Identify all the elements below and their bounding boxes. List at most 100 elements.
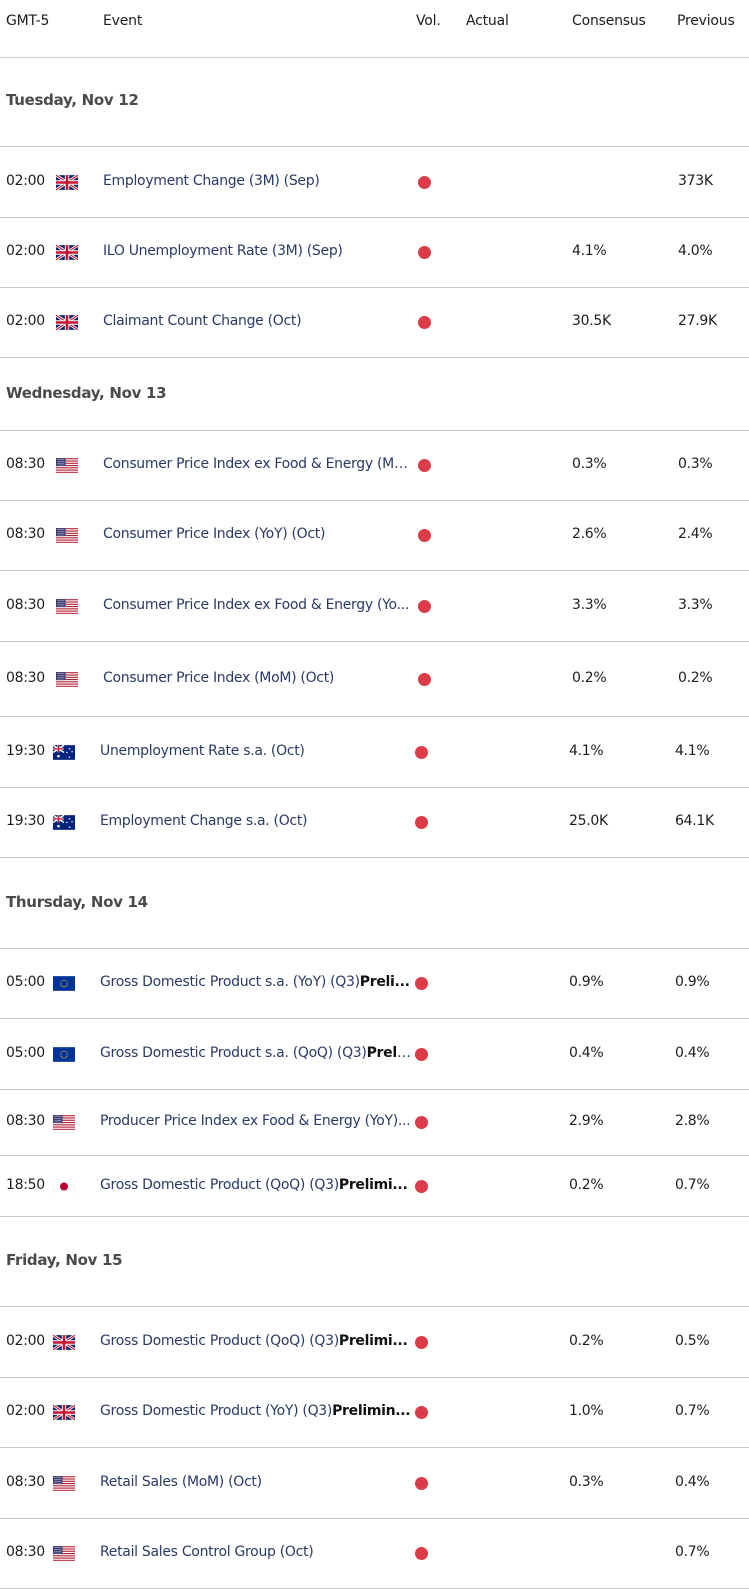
australia-flag-icon [53, 815, 75, 830]
event-time: 02:00 [6, 313, 45, 329]
event-time: 08:30 [6, 456, 45, 472]
event-row[interactable]: 08:30 Consumer Price Index ex Food & Ener… [0, 571, 749, 642]
event-row[interactable]: 19:30 Employment Change s.a. (Oct) 25.0K 64… [0, 788, 749, 858]
event-name[interactable]: Gross Domestic Product s.a. (YoY) (Q3)Pr… [100, 974, 411, 990]
event-name[interactable]: Employment Change s.a. (Oct) [100, 813, 411, 829]
event-row[interactable]: 02:00 Employment Change (3M) (Sep) 373K [0, 147, 749, 218]
volatility-high-icon [415, 1116, 428, 1129]
previous-value: 3.3% [678, 597, 713, 613]
event-title: Gross Domestic Product s.a. (YoY) (Q3) [100, 974, 360, 990]
timezone-header: GMT-5 [6, 13, 50, 29]
previous-value: 27.9K [678, 313, 717, 329]
previous-value: 64.1K [675, 813, 714, 829]
volatility-high-icon [418, 459, 431, 472]
event-row[interactable]: 08:30 Consumer Price Index (MoM) (Oct) 0.2… [0, 642, 749, 717]
event-row[interactable]: 08:30 Consumer Price Index (YoY) (Oct) 2.6… [0, 501, 749, 571]
event-name[interactable]: Gross Domestic Product (QoQ) (Q3)Prelimi… [100, 1333, 411, 1349]
event-title: Employment Change s.a. (Oct) [100, 813, 308, 829]
event-row[interactable]: 05:00 Gross Domestic Product s.a. (YoY) (… [0, 949, 749, 1019]
event-row[interactable]: 19:30 Unemployment Rate s.a. (Oct) 4.1% 4.1… [0, 717, 749, 788]
event-name[interactable]: Unemployment Rate s.a. (Oct) [100, 743, 411, 759]
event-name[interactable]: Consumer Price Index (YoY) (Oct) [103, 526, 414, 542]
consensus-value: 0.2% [569, 1333, 604, 1349]
event-row[interactable]: 05:00 Gross Domestic Product s.a. (QoQ) (… [0, 1019, 749, 1090]
consensus-value: 4.1% [572, 243, 607, 259]
day-label: Tuesday, Nov 12 [6, 91, 139, 109]
volatility-high-icon [418, 529, 431, 542]
event-name[interactable]: Claimant Count Change (Oct) [103, 313, 414, 329]
event-name[interactable]: Retail Sales (MoM) (Oct) [100, 1474, 411, 1490]
event-title: Consumer Price Index (MoM) (Oct) [103, 670, 335, 686]
previous-value: 0.3% [678, 456, 713, 472]
previous-value: 4.1% [675, 743, 710, 759]
event-title-suffix: Prelimi... [338, 1333, 408, 1349]
previous-value: 0.7% [675, 1403, 710, 1419]
previous-value: 373K [678, 173, 713, 189]
volatility-high-icon [418, 316, 431, 329]
volatility-high-icon [415, 1180, 428, 1193]
uk-flag-icon [53, 1335, 75, 1350]
event-name[interactable]: Producer Price Index ex Food & Energy (Y… [100, 1113, 411, 1129]
event-time: 08:30 [6, 526, 45, 542]
event-title: Claimant Count Change (Oct) [103, 313, 302, 329]
event-time: 05:00 [6, 974, 45, 990]
event-time: 19:30 [6, 813, 45, 829]
day-header: Thursday, Nov 14 [0, 858, 749, 949]
volatility-high-icon [418, 673, 431, 686]
event-row[interactable]: 18:50 Gross Domestic Product (QoQ) (Q3)Pr… [0, 1156, 749, 1217]
event-time: 08:30 [6, 1113, 45, 1129]
event-row[interactable]: 02:00 Claimant Count Change (Oct) 30.5K 27.… [0, 288, 749, 358]
event-row[interactable]: 08:30 Consumer Price Index ex Food & Ener… [0, 431, 749, 501]
event-title: Gross Domestic Product (QoQ) (Q3) [100, 1333, 339, 1349]
uk-flag-icon [56, 175, 78, 190]
event-title: Retail Sales (MoM) (Oct) [100, 1474, 262, 1490]
previous-header: Previous [677, 13, 735, 29]
event-name[interactable]: Gross Domestic Product (QoQ) (Q3)Prelimi… [100, 1177, 411, 1193]
day-header: Tuesday, Nov 12 [0, 57, 749, 147]
event-title: Unemployment Rate s.a. (Oct) [100, 743, 305, 759]
event-title-suffix: Prelimi... [338, 1177, 408, 1193]
us-flag-icon [56, 528, 78, 543]
event-name[interactable]: Gross Domestic Product (YoY) (Q3)Prelimi… [100, 1403, 411, 1419]
event-row[interactable]: 08:30 Producer Price Index ex Food & Ener… [0, 1090, 749, 1156]
event-time: 08:30 [6, 597, 45, 613]
day-header: Wednesday, Nov 13 [0, 358, 749, 431]
previous-value: 0.9% [675, 974, 710, 990]
uk-flag-icon [53, 1405, 75, 1420]
event-name[interactable]: Consumer Price Index ex Food & Energy (Y… [103, 597, 414, 613]
event-name[interactable]: Consumer Price Index (MoM) (Oct) [103, 670, 414, 686]
consensus-value: 3.3% [572, 597, 607, 613]
event-time: 18:50 [6, 1177, 45, 1193]
event-name[interactable]: Gross Domestic Product s.a. (QoQ) (Q3)Pr… [100, 1045, 411, 1061]
event-title-suffix: Preli... [359, 974, 410, 990]
consensus-value: 4.1% [569, 743, 604, 759]
previous-value: 0.2% [678, 670, 713, 686]
event-row[interactable]: 02:00 Gross Domestic Product (YoY) (Q3)Pr… [0, 1378, 749, 1448]
consensus-value: 0.9% [569, 974, 604, 990]
us-flag-icon [56, 458, 78, 473]
eu-flag-icon [53, 1047, 75, 1062]
vol-header: Vol. [416, 13, 441, 29]
event-row[interactable]: 02:00 ILO Unemployment Rate (3M) (Sep) 4.1… [0, 218, 749, 288]
consensus-value: 30.5K [572, 313, 611, 329]
event-row[interactable]: 08:30 Retail Sales (MoM) (Oct) 0.3% 0.4% [0, 1448, 749, 1519]
event-time: 08:30 [6, 1474, 45, 1490]
event-name[interactable]: Retail Sales Control Group (Oct) [100, 1544, 411, 1560]
event-time: 02:00 [6, 243, 45, 259]
event-row[interactable]: 08:30 Retail Sales Control Group (Oct) 0.7… [0, 1519, 749, 1589]
consensus-value: 0.2% [569, 1177, 604, 1193]
previous-value: 0.4% [675, 1474, 710, 1490]
event-title: Producer Price Index ex Food & Energy (Y… [100, 1113, 411, 1129]
day-label: Thursday, Nov 14 [6, 893, 148, 911]
event-name[interactable]: Consumer Price Index ex Food & Energy (M… [103, 456, 414, 472]
event-title: Consumer Price Index ex Food & Energy (M… [103, 456, 414, 472]
event-title: ILO Unemployment Rate (3M) (Sep) [103, 243, 343, 259]
consensus-value: 0.3% [569, 1474, 604, 1490]
event-name[interactable]: ILO Unemployment Rate (3M) (Sep) [103, 243, 414, 259]
event-name[interactable]: Employment Change (3M) (Sep) [103, 173, 414, 189]
consensus-value: 25.0K [569, 813, 608, 829]
consensus-value: 0.4% [569, 1045, 604, 1061]
uk-flag-icon [56, 315, 78, 330]
event-row[interactable]: 02:00 Gross Domestic Product (QoQ) (Q3)Pr… [0, 1307, 749, 1378]
us-flag-icon [53, 1115, 75, 1130]
